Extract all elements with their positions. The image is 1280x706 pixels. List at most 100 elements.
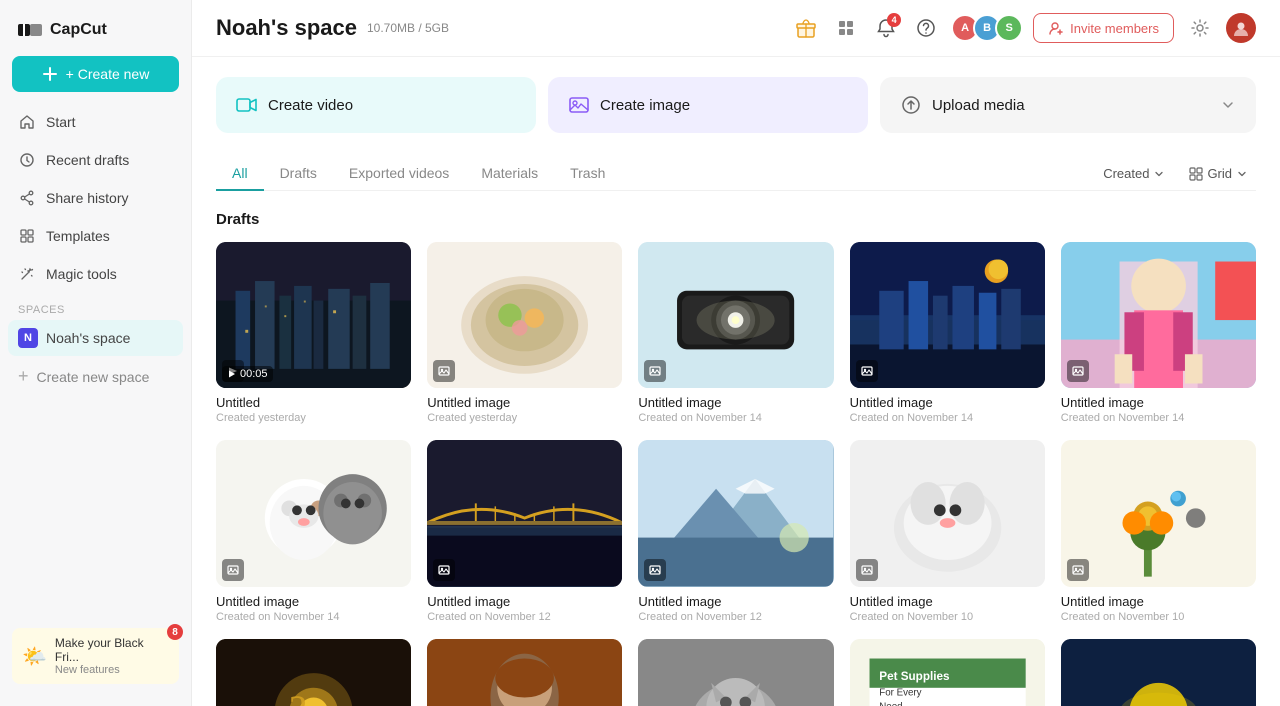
svg-text:Pet Supplies: Pet Supplies bbox=[879, 670, 950, 683]
black-friday-text: Make your Black Fri... New features bbox=[55, 636, 169, 676]
menu-button[interactable] bbox=[831, 13, 861, 43]
draft-thumbnail bbox=[638, 639, 833, 706]
tab-trash[interactable]: Trash bbox=[554, 157, 621, 191]
chevron-down-icon bbox=[1220, 97, 1236, 113]
draft-date: Created on November 14 bbox=[216, 611, 411, 623]
draft-card[interactable]: ? Untitled image Created on November 9 bbox=[216, 639, 411, 706]
sort-chevron-icon bbox=[1153, 168, 1165, 180]
draft-card[interactable]: Untitled image Created on November 14 bbox=[1061, 242, 1256, 424]
sidebar-item-create-space[interactable]: + Create new space bbox=[8, 358, 183, 395]
draft-name: Untitled image bbox=[850, 395, 1045, 410]
sort-button[interactable]: Created bbox=[1095, 162, 1173, 185]
wand-icon bbox=[18, 265, 36, 283]
video-icon bbox=[236, 94, 258, 116]
draft-grid: 00:05 Untitled Created yesterday Untitle… bbox=[216, 242, 1256, 706]
svg-text:Need: Need bbox=[879, 701, 902, 706]
sidebar-item-start[interactable]: Start bbox=[8, 104, 183, 140]
storage-info: 10.70MB / 5GB bbox=[367, 21, 449, 35]
sidebar-item-magic-tools[interactable]: Magic tools bbox=[8, 256, 183, 292]
draft-thumbnail bbox=[638, 242, 833, 388]
draft-thumbnail bbox=[1061, 440, 1256, 586]
draft-date: Created on November 14 bbox=[638, 412, 833, 424]
draft-name: Untitled image bbox=[638, 594, 833, 609]
avatar-group: A B S bbox=[951, 14, 1023, 42]
upload-icon bbox=[900, 94, 922, 116]
help-icon bbox=[916, 18, 936, 38]
user-avatar[interactable] bbox=[1226, 13, 1256, 43]
draft-type-icon bbox=[856, 559, 878, 581]
tabs-row: All Drafts Exported videos Materials Tra… bbox=[216, 157, 1256, 191]
tab-materials[interactable]: Materials bbox=[465, 157, 554, 191]
draft-card[interactable]: Untitled image Created on November 10 bbox=[1061, 440, 1256, 622]
upload-media-button[interactable]: Upload media bbox=[880, 77, 1256, 133]
draft-name: Untitled image bbox=[1061, 395, 1256, 410]
create-video-button[interactable]: Create video bbox=[216, 77, 536, 133]
draft-date: Created on November 12 bbox=[427, 611, 622, 623]
settings-button[interactable] bbox=[1184, 12, 1216, 44]
sidebar-item-noahs-space[interactable]: N Noah's space bbox=[8, 320, 183, 356]
sidebar-item-recent-drafts[interactable]: Recent drafts bbox=[8, 142, 183, 178]
draft-thumbnail bbox=[427, 440, 622, 586]
view-button[interactable]: Grid bbox=[1181, 162, 1256, 185]
draft-card[interactable]: Untitled image Created on November 9 bbox=[427, 639, 622, 706]
drafts-section-label: Drafts bbox=[216, 211, 1256, 228]
tab-exported[interactable]: Exported videos bbox=[333, 157, 465, 191]
plus-circle-icon: + bbox=[18, 366, 29, 387]
svg-text:For Every: For Every bbox=[879, 687, 921, 698]
notification-badge: 4 bbox=[887, 13, 901, 27]
help-button[interactable] bbox=[911, 13, 941, 43]
main-area: Noah's space 10.70MB / 5GB bbox=[192, 0, 1280, 706]
create-new-button[interactable]: + Create new bbox=[12, 56, 179, 92]
draft-name: Untitled image bbox=[638, 395, 833, 410]
draft-name: Untitled image bbox=[427, 395, 622, 410]
black-friday-badge: 8 bbox=[167, 624, 183, 640]
draft-date: Created on November 10 bbox=[850, 611, 1045, 623]
draft-card[interactable]: Untitled image Created on November 14 bbox=[216, 440, 411, 622]
sidebar-bottom: 🌤️ Make your Black Fri... New features 8 bbox=[0, 618, 191, 694]
draft-thumbnail bbox=[427, 639, 622, 706]
draft-thumbnail bbox=[638, 440, 833, 586]
sidebar-nav: Start Recent drafts Share history Templa… bbox=[0, 104, 191, 618]
draft-card[interactable]: Untitled image Created on November 12 bbox=[638, 440, 833, 622]
draft-card[interactable]: 00:05 Untitled Created yesterday bbox=[216, 242, 411, 424]
topbar: Noah's space 10.70MB / 5GB bbox=[192, 0, 1280, 57]
draft-name: Untitled image bbox=[216, 594, 411, 609]
draft-card[interactable]: Untitled image Created on November 14 bbox=[638, 242, 833, 424]
sidebar-item-templates[interactable]: Templates bbox=[8, 218, 183, 254]
capcut-logo-icon bbox=[16, 20, 44, 40]
draft-type-icon bbox=[433, 360, 455, 382]
draft-thumbnail bbox=[850, 440, 1045, 586]
black-friday-banner[interactable]: 🌤️ Make your Black Fri... New features 8 bbox=[12, 628, 179, 684]
draft-type-icon bbox=[1067, 360, 1089, 382]
draft-thumbnail bbox=[1061, 242, 1256, 388]
draft-date: Created yesterday bbox=[216, 412, 411, 424]
grid-icon bbox=[18, 227, 36, 245]
logo-text: CapCut bbox=[50, 21, 107, 39]
tabs-right: Created Grid bbox=[1095, 162, 1256, 185]
notifications-button[interactable]: 4 bbox=[871, 13, 901, 43]
page-title: Noah's space bbox=[216, 15, 357, 41]
tab-drafts[interactable]: Drafts bbox=[264, 157, 333, 191]
draft-type-icon bbox=[644, 559, 666, 581]
gear-icon bbox=[1190, 18, 1210, 38]
add-user-icon bbox=[1048, 20, 1064, 36]
topbar-right: 4 A B S bbox=[791, 12, 1256, 44]
draft-card[interactable]: Pet SuppliesFor EveryNeed Untitled image… bbox=[850, 639, 1045, 706]
draft-card[interactable]: Untitled image Created on November 14 bbox=[850, 242, 1045, 424]
invite-members-button[interactable]: Invite members bbox=[1033, 13, 1174, 43]
draft-card[interactable]: Untitled image Created on November 9 bbox=[638, 639, 833, 706]
gift-button[interactable] bbox=[791, 13, 821, 43]
action-buttons: Create video Create image bbox=[216, 77, 1256, 133]
draft-card[interactable]: Untitled image Created on November 10 bbox=[850, 440, 1045, 622]
draft-date: Created on November 14 bbox=[1061, 412, 1256, 424]
create-image-button[interactable]: Create image bbox=[548, 77, 868, 133]
draft-card[interactable]: Untitled image Created on November 12 bbox=[427, 440, 622, 622]
sidebar-item-share-history[interactable]: Share history bbox=[8, 180, 183, 216]
tab-all[interactable]: All bbox=[216, 157, 264, 191]
draft-card[interactable]: Untitled image Created on November 8 bbox=[1061, 639, 1256, 706]
draft-thumbnail bbox=[216, 440, 411, 586]
draft-card[interactable]: Untitled image Created yesterday bbox=[427, 242, 622, 424]
topbar-left: Noah's space 10.70MB / 5GB bbox=[216, 15, 449, 41]
draft-type-icon bbox=[856, 360, 878, 382]
draft-type-icon bbox=[222, 559, 244, 581]
